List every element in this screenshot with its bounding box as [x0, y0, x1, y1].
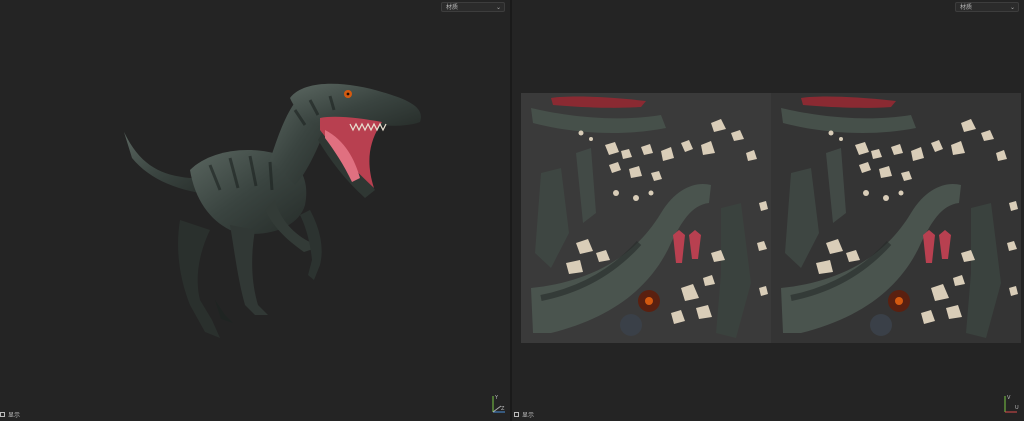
material-dropdown[interactable]: 材质 ⌄	[441, 2, 505, 12]
uv-texture-map[interactable]	[521, 93, 1021, 343]
display-toggle[interactable]: 显示	[0, 409, 20, 419]
chevron-down-icon: ⌄	[495, 4, 501, 11]
axis-gizmo-icon: Y Z	[492, 395, 505, 413]
uv-viewport[interactable]: 材质 ⌄ 显示 V U	[512, 0, 1024, 421]
3d-viewport[interactable]: 材质 ⌄ 显示 Y Z	[0, 0, 510, 421]
material-dropdown[interactable]: 材质 ⌄	[955, 2, 1019, 12]
checkbox-label: 显示	[522, 411, 535, 419]
checkbox-label: 显示	[8, 411, 21, 419]
axis-label-z: Z	[501, 406, 505, 412]
material-dropdown-value: 材质	[960, 4, 973, 11]
axis-label-y: Y	[494, 395, 499, 401]
checkbox[interactable]	[0, 411, 5, 417]
axis-label-v: V	[1007, 395, 1011, 401]
display-toggle[interactable]: 显示	[514, 409, 534, 419]
checkbox[interactable]	[514, 411, 519, 417]
raptor-3d-model[interactable]	[120, 70, 430, 350]
uv-axis-gizmo-icon: V U	[1004, 395, 1019, 413]
chevron-down-icon: ⌄	[1009, 4, 1015, 11]
material-dropdown-value: 材质	[446, 4, 459, 11]
axis-label-u: U	[1015, 405, 1019, 411]
